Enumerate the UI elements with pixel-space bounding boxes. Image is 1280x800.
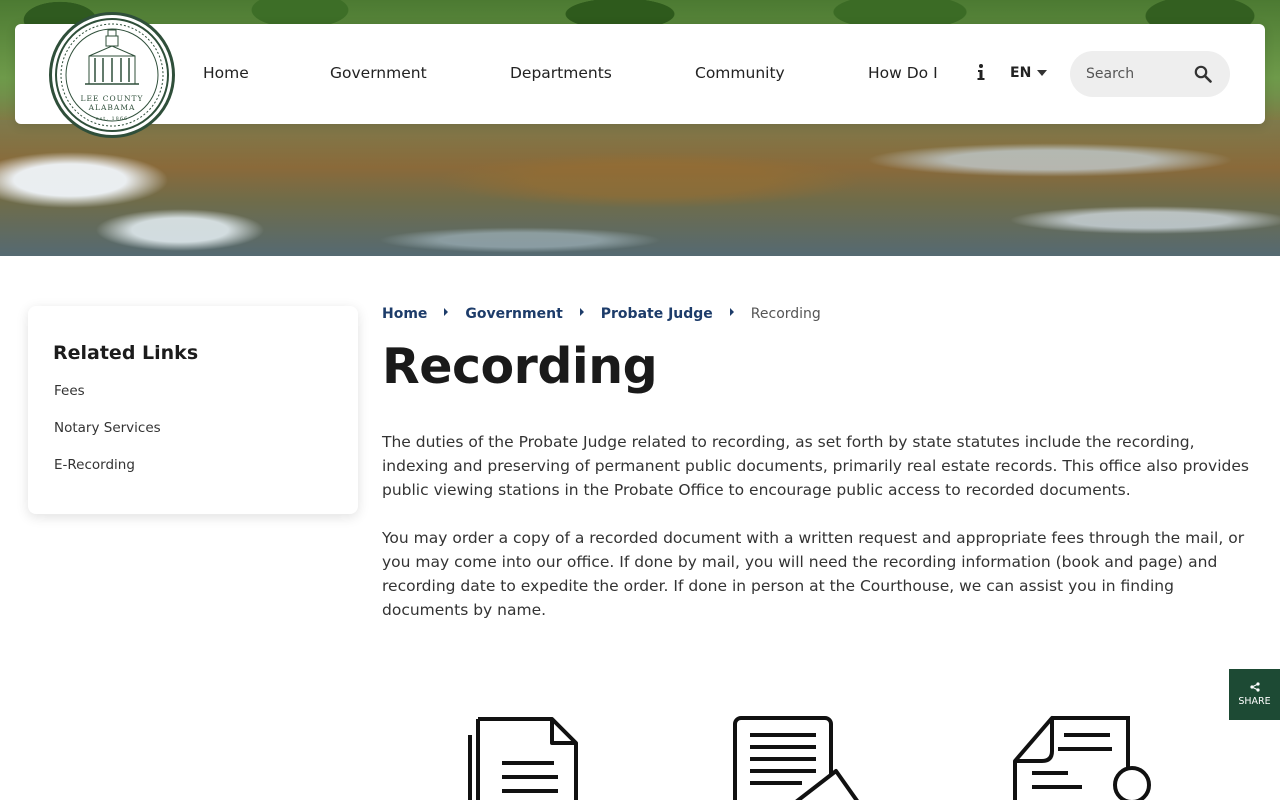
breadcrumb-government[interactable]: Government	[465, 306, 562, 322]
page-title: Recording	[382, 338, 658, 395]
share-button[interactable]: SHARE	[1229, 669, 1280, 720]
search-box	[1070, 51, 1230, 97]
nav-departments[interactable]: Departments	[510, 64, 612, 82]
breadcrumb-probate-judge[interactable]: Probate Judge	[601, 306, 713, 322]
breadcrumb-separator-icon	[579, 308, 584, 316]
nav-home[interactable]: Home	[203, 64, 249, 82]
breadcrumb-separator-icon	[729, 308, 734, 316]
seal-text: LEE COUNTY ALABAMA est. 1866	[52, 94, 172, 124]
body-paragraph: You may order a copy of a recorded docum…	[382, 529, 1245, 619]
breadcrumb-separator-icon	[444, 308, 449, 316]
seal-county-name: LEE COUNTY	[80, 94, 144, 103]
related-link-notary-services[interactable]: Notary Services	[54, 420, 333, 437]
body-paragraph: The duties of the Probate Judge related …	[382, 433, 1249, 499]
county-seal-logo[interactable]: LEE COUNTY ALABAMA est. 1866	[49, 12, 175, 138]
page-body: The duties of the Probate Judge related …	[382, 430, 1262, 646]
breadcrumb-current: Recording	[750, 306, 821, 322]
share-icon	[1249, 682, 1260, 692]
search-icon[interactable]	[1194, 65, 1212, 83]
nav-community[interactable]: Community	[695, 64, 785, 82]
related-links-panel: Related Links Fees Notary Services E-Rec…	[28, 306, 358, 514]
related-links-title: Related Links	[53, 342, 199, 364]
language-label: EN	[1010, 65, 1032, 81]
documents-stack-icon	[468, 717, 578, 800]
language-selector[interactable]: EN	[1010, 65, 1048, 81]
breadcrumb: Home Government Probate Judge Recording	[382, 306, 821, 322]
chevron-down-icon	[1037, 70, 1048, 76]
related-link-e-recording[interactable]: E-Recording	[54, 457, 333, 474]
search-input[interactable]	[1086, 66, 1190, 82]
related-link-fees[interactable]: Fees	[54, 383, 333, 400]
nav-government[interactable]: Government	[330, 64, 427, 82]
seal-established: est. 1866	[95, 116, 129, 122]
document-with-envelope-icon	[733, 716, 859, 800]
hero-river	[0, 120, 1280, 256]
info-icon[interactable]	[975, 63, 987, 81]
breadcrumb-home[interactable]: Home	[382, 306, 427, 322]
share-label: SHARE	[1238, 696, 1271, 707]
site-header: LEE COUNTY ALABAMA est. 1866 Home Govern…	[15, 12, 1265, 138]
certified-document-icon	[1013, 716, 1151, 800]
nav-how-do-i[interactable]: How Do I	[868, 64, 938, 82]
seal-state-name: ALABAMA	[88, 103, 136, 112]
